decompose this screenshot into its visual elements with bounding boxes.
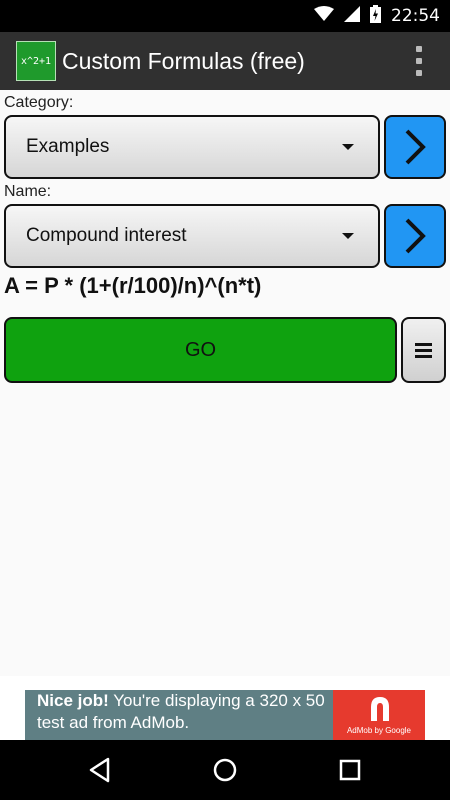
recents-icon[interactable] bbox=[339, 757, 361, 783]
name-value: Compound interest bbox=[26, 225, 187, 246]
menu-bar bbox=[415, 342, 432, 346]
status-time: 22:54 bbox=[391, 6, 440, 26]
menu-button[interactable] bbox=[401, 317, 446, 383]
category-label: Category: bbox=[4, 94, 74, 111]
app-icon: x^2+1 bbox=[16, 41, 56, 81]
chevron-right-icon bbox=[405, 218, 426, 254]
category-value: Examples bbox=[26, 136, 110, 157]
dropdown-arrow-icon bbox=[342, 233, 354, 239]
admob-brand-label: AdMob by Google bbox=[346, 726, 412, 735]
chevron-right-icon bbox=[405, 129, 426, 165]
signal-icon bbox=[344, 5, 360, 27]
action-bar: x^2+1 Custom Formulas (free) bbox=[0, 32, 450, 90]
overflow-menu-icon[interactable] bbox=[416, 46, 422, 76]
menu-bar bbox=[415, 348, 432, 352]
ad-banner[interactable]: Nice job! You're displaying a 320 x 50 t… bbox=[25, 690, 425, 740]
name-next-button[interactable] bbox=[384, 204, 446, 268]
go-button[interactable]: GO bbox=[4, 317, 397, 383]
category-next-button[interactable] bbox=[384, 115, 446, 179]
admob-badge: AdMob by Google bbox=[333, 690, 425, 740]
name-spinner[interactable]: Compound interest bbox=[4, 204, 380, 268]
ad-bold-text: Nice job! bbox=[37, 691, 109, 710]
menu-bar bbox=[415, 354, 432, 358]
admob-logo-icon bbox=[371, 697, 389, 721]
dropdown-arrow-icon bbox=[342, 144, 354, 150]
home-icon[interactable] bbox=[212, 757, 238, 783]
ad-text: Nice job! You're displaying a 320 x 50 t… bbox=[37, 690, 337, 734]
status-bar: 22:54 bbox=[0, 0, 450, 32]
battery-charging-icon bbox=[370, 4, 381, 28]
category-spinner[interactable]: Examples bbox=[4, 115, 380, 179]
back-icon[interactable] bbox=[88, 757, 112, 783]
app-title: Custom Formulas (free) bbox=[62, 47, 305, 74]
navigation-bar bbox=[0, 740, 450, 800]
formula-text: A = P * (1+(r/100)/n)^(n*t) bbox=[4, 273, 262, 298]
ad-container: Nice job! You're displaying a 320 x 50 t… bbox=[0, 676, 450, 740]
name-label: Name: bbox=[4, 183, 52, 200]
wifi-icon bbox=[314, 5, 334, 27]
